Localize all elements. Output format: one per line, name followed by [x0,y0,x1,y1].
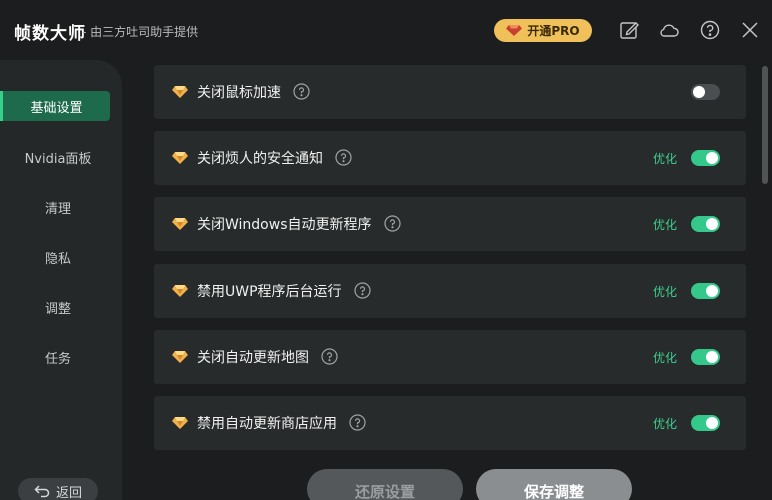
sidebar-item-basic-settings[interactable]: 基础设置 [0,91,110,121]
help-icon[interactable] [349,414,366,431]
diamond-icon [172,351,188,363]
setting-label: 关闭鼠标加速 [197,82,310,102]
settings-list: 关闭鼠标加速 关闭烦人的安全通知 优化 关闭Windows自动更新程序 优化 禁… [154,60,746,500]
map-update-toggle[interactable] [691,349,720,365]
help-icon[interactable] [353,282,371,299]
sidebar-item-label: 基础设置 [30,100,83,116]
security-notification-toggle[interactable] [691,150,720,166]
back-label: 返回 [55,485,82,500]
cloud-icon[interactable] [658,19,680,41]
diamond-icon [172,417,188,429]
app-title: 帧数大师 [14,24,86,44]
sidebar: 基础设置 Nvidia面板 清理 隐私 调整 任务 返回 [0,60,122,500]
setting-label: 关闭自动更新地图 [197,347,338,367]
sidebar-item-nvidia-panel[interactable]: Nvidia面板 [0,142,116,172]
setting-label: 关闭烦人的安全通知 [197,148,352,168]
help-icon[interactable] [383,215,401,232]
setting-label-text: 关闭自动更新地图 [197,350,309,366]
help-icon[interactable] [335,149,352,166]
diamond-icon [172,152,188,164]
sidebar-item-clean[interactable]: 清理 [0,192,116,222]
back-arrow-icon [34,485,50,498]
setting-row: 关闭烦人的安全通知 优化 [154,131,746,185]
settings-scrollbar[interactable] [762,66,768,184]
status-badge: 优化 [653,285,678,299]
setting-label-text: 关闭Windows自动更新程序 [197,217,372,233]
help-icon[interactable] [321,348,338,365]
sidebar-item-label: Nvidia面板 [24,151,92,167]
sidebar-item-label: 任务 [44,351,71,367]
help-icon[interactable] [699,19,721,41]
diamond-icon [172,285,188,297]
diamond-icon [172,86,188,98]
save-adjustments-button[interactable]: 保存调整 [476,469,632,500]
setting-label: 禁用UWP程序后台运行 [197,281,371,301]
setting-row: 禁用UWP程序后台运行 优化 [154,264,746,318]
status-badge: 优化 [653,351,678,365]
edit-icon[interactable] [618,19,640,41]
setting-label-text: 禁用自动更新商店应用 [197,416,337,432]
store-update-toggle[interactable] [691,415,720,431]
toggle-knob [706,351,718,363]
sidebar-item-adjust[interactable]: 调整 [0,292,116,322]
toggle-knob [693,86,705,98]
uwp-background-toggle[interactable] [691,283,720,299]
help-icon[interactable] [293,83,310,100]
toggle-knob [706,417,718,429]
sidebar-item-label: 隐私 [44,251,71,267]
windows-update-toggle[interactable] [691,216,720,232]
setting-row: 关闭自动更新地图 优化 [154,330,746,384]
setting-row: 关闭Windows自动更新程序 优化 [154,197,746,251]
status-badge: 优化 [653,218,678,232]
close-icon[interactable] [739,19,761,41]
sidebar-item-label: 清理 [44,201,71,217]
setting-label-text: 禁用UWP程序后台运行 [197,284,342,300]
toggle-knob [706,152,718,164]
save-adjustments-label: 保存调整 [523,483,584,500]
status-badge: 优化 [653,417,678,431]
restore-settings-button[interactable]: 还原设置 [307,469,463,500]
toggle-knob [706,218,718,230]
sidebar-item-label: 调整 [44,301,71,317]
sidebar-item-privacy[interactable]: 隐私 [0,242,116,272]
app-subtitle: - 由三方吐司助手提供 [82,25,199,39]
mouse-acceleration-toggle[interactable] [691,84,720,100]
setting-label-text: 关闭烦人的安全通知 [197,151,323,167]
setting-row: 禁用自动更新商店应用 优化 [154,396,746,450]
setting-label: 禁用自动更新商店应用 [197,413,366,433]
upgrade-pro-button[interactable]: 开通PRO [494,19,592,42]
upgrade-pro-label: 开通PRO [527,24,580,38]
diamond-icon [506,25,523,36]
setting-label-text: 关闭鼠标加速 [197,85,281,101]
setting-label: 关闭Windows自动更新程序 [197,214,401,234]
title-bar: 帧数大师 - 由三方吐司助手提供 开通PRO [0,0,772,60]
diamond-icon [172,218,188,230]
setting-row: 关闭鼠标加速 [154,65,746,119]
toggle-knob [706,285,718,297]
sidebar-item-tasks[interactable]: 任务 [0,342,116,372]
status-badge: 优化 [653,152,678,166]
back-button[interactable]: 返回 [18,478,98,500]
restore-settings-label: 还原设置 [354,483,415,500]
